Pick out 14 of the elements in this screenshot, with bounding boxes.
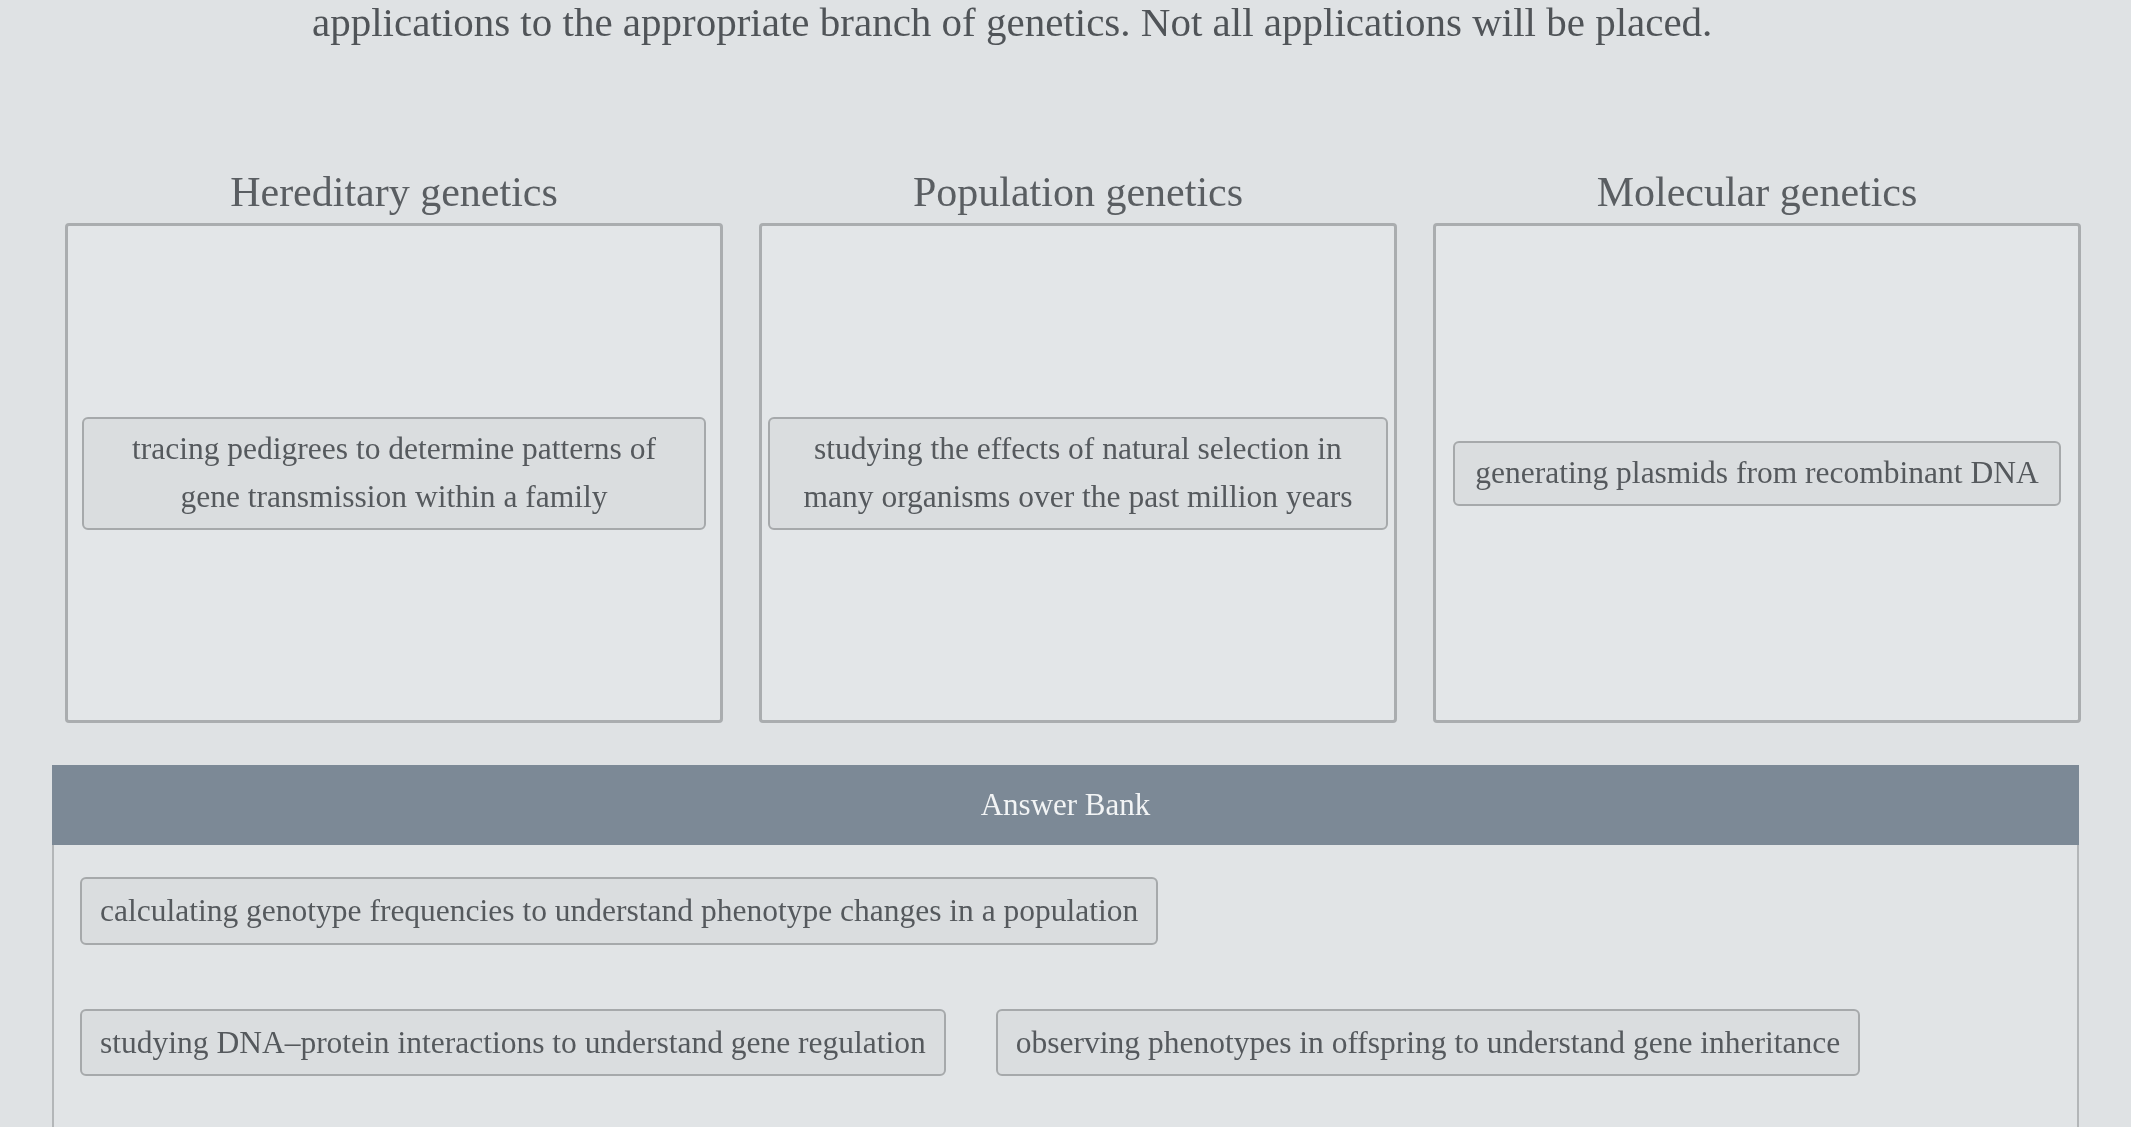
answer-card[interactable]: tracing pedigrees to determine patterns of gene transmission within a family [82, 416, 706, 531]
drop-zone[interactable]: tracing pedigrees to determine patterns of gene transmission within a family [65, 223, 723, 724]
drop-zone[interactable]: generating plasmids from recombinant DNA [1433, 223, 2081, 724]
category-heading: Population genetics [912, 168, 1244, 218]
category-heading: Hereditary genetics [230, 168, 558, 218]
drop-zone[interactable]: studying the effects of natural selection in many organisms over the past million years [759, 223, 1397, 724]
category-heading: Molecular genetics [1596, 168, 1918, 218]
answer-card[interactable]: studying the effects of natural selection in many organisms over the past million years [768, 416, 1388, 531]
answer-card[interactable]: generating plasmids from recombinant DNA [1453, 441, 2061, 506]
answer-card[interactable]: observing phenotypes in offspring to understand gene inheritance [995, 1008, 1861, 1076]
instruction-text: applications to the appropriate branch of genetics. Not all applications will be placed. [312, 0, 1713, 46]
answer-card[interactable]: calculating genotype frequencies to understand phenotype changes in a population [80, 877, 1159, 945]
answer-bank-header: Answer Bank [52, 765, 2079, 846]
answer-card[interactable]: studying DNA–protein interactions to understand gene regulation [80, 1008, 946, 1076]
